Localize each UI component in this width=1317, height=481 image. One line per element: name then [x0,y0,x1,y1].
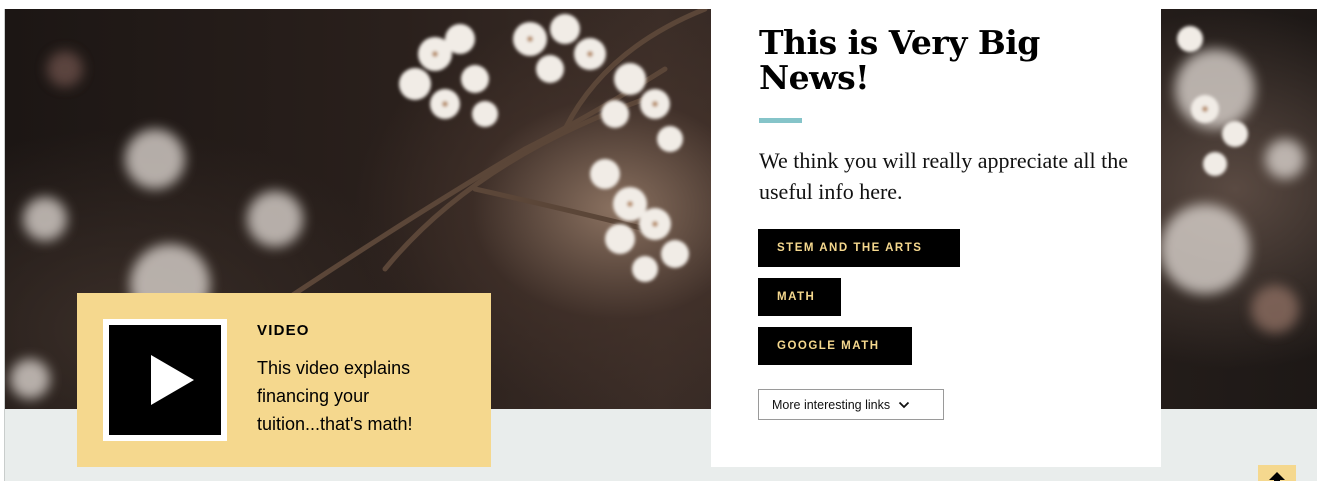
news-body: We think you will really appreciate all … [759,148,1129,204]
chevron-down-icon [898,401,910,408]
tag-button-stem-and-the-arts[interactable]: STEM AND THE ARTS [758,229,960,267]
arrow-up-icon [1269,472,1285,481]
tag-button-math[interactable]: MATH [758,278,841,316]
tag-button-google-math[interactable]: GOOGLE MATH [758,327,912,365]
more-links-dropdown[interactable]: More interesting links [758,389,944,420]
video-label: VIDEO [257,322,310,339]
video-description[interactable]: This video explains financing your tuiti… [257,354,467,438]
play-icon[interactable] [151,355,194,405]
accent-divider [759,118,802,123]
news-title: This is Very Big News! [759,23,1040,97]
video-card[interactable]: VIDEO This video explains financing your… [77,293,491,467]
more-links-label: More interesting links [772,397,891,412]
video-thumbnail[interactable] [103,319,227,441]
left-divider [4,9,5,481]
back-to-top-button[interactable] [1258,465,1296,481]
news-card: This is Very Big News! We think you will… [711,0,1161,467]
